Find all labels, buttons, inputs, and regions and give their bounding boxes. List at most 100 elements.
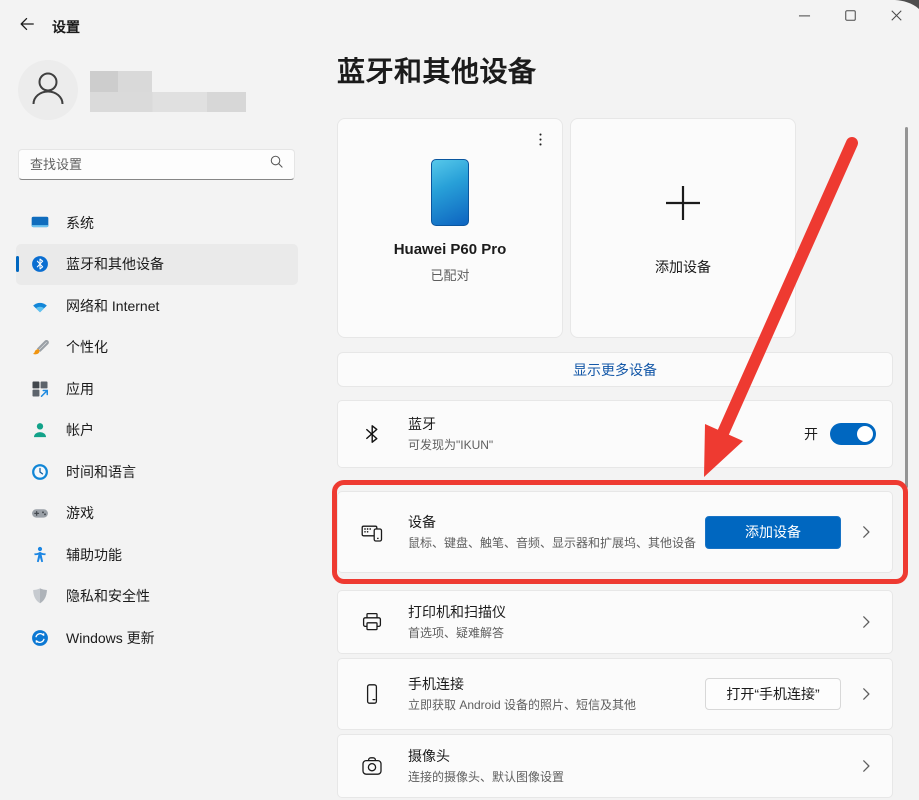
close-button[interactable] [873, 0, 919, 34]
person-icon [18, 58, 78, 123]
sidebar-item-privacy[interactable]: 隐私和安全性 [16, 576, 298, 618]
page-title: 蓝牙和其他设备 [337, 50, 537, 90]
sidebar-item-network[interactable]: 网络和 Internet [16, 285, 298, 327]
plus-icon [660, 180, 706, 231]
devices-row-title: 设备 [408, 512, 705, 532]
search-input[interactable] [30, 157, 268, 172]
avatar[interactable] [18, 60, 78, 120]
devices-row[interactable]: 设备 鼠标、键盘、触笔、音频、显示器和扩展坞、其他设备 添加设备 [337, 491, 893, 573]
system-icon [30, 213, 50, 233]
account-name-redacted [90, 71, 246, 112]
maximize-button[interactable] [827, 0, 873, 34]
window-title: 设置 [52, 17, 80, 37]
printer-icon [360, 610, 384, 634]
gaming-icon [30, 503, 50, 523]
device-status: 已配对 [430, 265, 469, 284]
open-phone-link-button[interactable]: 打开“手机连接” [705, 678, 841, 710]
bluetooth-toggle[interactable] [830, 423, 876, 445]
settings-search [18, 149, 295, 180]
bluetooth-row-text: 蓝牙 可发现为"IKUN" [408, 414, 804, 454]
accessibility-icon [30, 545, 50, 565]
minimize-button[interactable] [781, 0, 827, 34]
devices-icon [360, 520, 384, 544]
sidebar-item-bluetooth-devices[interactable]: 蓝牙和其他设备 [16, 244, 298, 286]
camera-icon [360, 754, 384, 778]
sidebar-item-label: 时间和语言 [66, 462, 136, 482]
toggle-state-label: 开 [804, 424, 818, 444]
bluetooth-row[interactable]: 蓝牙 可发现为"IKUN" 开 [337, 400, 893, 468]
phone-graphic [431, 159, 469, 226]
settings-window: 设置 系统 [0, 0, 919, 800]
sidebar-item-label: 网络和 Internet [66, 296, 159, 316]
personalization-icon [30, 337, 50, 357]
devices-row-trailing: 添加设备 [705, 516, 876, 549]
sidebar-item-time-language[interactable]: 时间和语言 [16, 451, 298, 493]
privacy-shield-icon [30, 586, 50, 606]
camera-row-text: 摄像头 连接的摄像头、默认图像设置 [408, 746, 856, 786]
camera-row[interactable]: 摄像头 连接的摄像头、默认图像设置 [337, 734, 893, 798]
apps-icon [30, 379, 50, 399]
minimize-icon [795, 6, 814, 28]
show-more-devices-button[interactable]: 显示更多设备 [337, 352, 893, 387]
sidebar-item-label: 个性化 [66, 337, 108, 357]
phone-link-row-text: 手机连接 立即获取 Android 设备的照片、短信及其他 [408, 674, 705, 714]
devices-row-subtitle: 鼠标、键盘、触笔、音频、显示器和扩展坞、其他设备 [408, 535, 705, 552]
camera-row-title: 摄像头 [408, 746, 856, 766]
camera-row-trailing [856, 756, 876, 776]
sidebar-item-accessibility[interactable]: 辅助功能 [16, 534, 298, 576]
search-icon [268, 153, 286, 176]
printers-row-trailing [856, 612, 876, 632]
vertical-scrollbar-thumb[interactable] [905, 127, 908, 488]
paired-device-content: Huawei P60 Pro 已配对 [338, 119, 562, 337]
sidebar-item-label: 隐私和安全性 [66, 586, 150, 606]
bluetooth-toggle-group: 开 [804, 423, 876, 445]
sidebar-item-label: Windows 更新 [66, 628, 155, 648]
accounts-icon [30, 420, 50, 440]
phone-link-row-title: 手机连接 [408, 674, 705, 694]
sidebar-nav: 系统 蓝牙和其他设备 网络和 Internet 个性化 应用 帐户 时间和语言 [16, 202, 298, 659]
sidebar-item-personalization[interactable]: 个性化 [16, 327, 298, 369]
phone-link-row[interactable]: 手机连接 立即获取 Android 设备的照片、短信及其他 打开“手机连接” [337, 658, 893, 730]
sidebar-item-system[interactable]: 系统 [16, 202, 298, 244]
sidebar-item-accounts[interactable]: 帐户 [16, 410, 298, 452]
add-device-button[interactable]: 添加设备 [705, 516, 841, 549]
printers-row-text: 打印机和扫描仪 首选项、疑难解答 [408, 602, 856, 642]
maximize-icon [841, 6, 860, 28]
printers-row-subtitle: 首选项、疑难解答 [408, 625, 856, 642]
toggle-knob [857, 426, 873, 442]
sidebar-item-apps[interactable]: 应用 [16, 368, 298, 410]
camera-row-subtitle: 连接的摄像头、默认图像设置 [408, 769, 856, 786]
network-icon [30, 296, 50, 316]
phone-icon [360, 682, 384, 706]
bluetooth-icon [30, 254, 50, 274]
add-device-card[interactable]: 添加设备 [570, 118, 796, 338]
titlebar: 设置 [0, 0, 919, 46]
windows-update-icon [30, 628, 50, 648]
sidebar-item-label: 游戏 [66, 503, 94, 523]
printers-scanners-row[interactable]: 打印机和扫描仪 首选项、疑难解答 [337, 590, 893, 654]
sidebar-item-gaming[interactable]: 游戏 [16, 493, 298, 535]
devices-row-text: 设备 鼠标、键盘、触笔、音频、显示器和扩展坞、其他设备 [408, 512, 705, 552]
back-button[interactable] [12, 12, 42, 38]
sidebar-item-label: 系统 [66, 213, 94, 233]
bluetooth-glyph-icon [360, 422, 384, 446]
sidebar-item-label: 辅助功能 [66, 545, 122, 565]
window-controls [781, 0, 919, 34]
chevron-right-icon [856, 684, 876, 704]
sidebar-item-windows-update[interactable]: Windows 更新 [16, 617, 298, 659]
back-arrow-icon [17, 14, 37, 37]
phone-link-row-subtitle: 立即获取 Android 设备的照片、短信及其他 [408, 697, 705, 714]
sidebar-item-label: 蓝牙和其他设备 [66, 254, 164, 274]
close-icon [887, 6, 906, 28]
chevron-right-icon [856, 522, 876, 542]
time-language-icon [30, 462, 50, 482]
sidebar-item-label: 帐户 [66, 420, 94, 440]
paired-device-card[interactable]: Huawei P60 Pro 已配对 [337, 118, 563, 338]
bluetooth-row-title: 蓝牙 [408, 414, 804, 434]
add-device-card-label: 添加设备 [655, 257, 711, 277]
printers-row-title: 打印机和扫描仪 [408, 602, 856, 622]
chevron-right-icon [856, 756, 876, 776]
redaction-block [90, 92, 246, 112]
show-more-label: 显示更多设备 [573, 360, 657, 380]
phone-link-row-trailing: 打开“手机连接” [705, 678, 876, 710]
